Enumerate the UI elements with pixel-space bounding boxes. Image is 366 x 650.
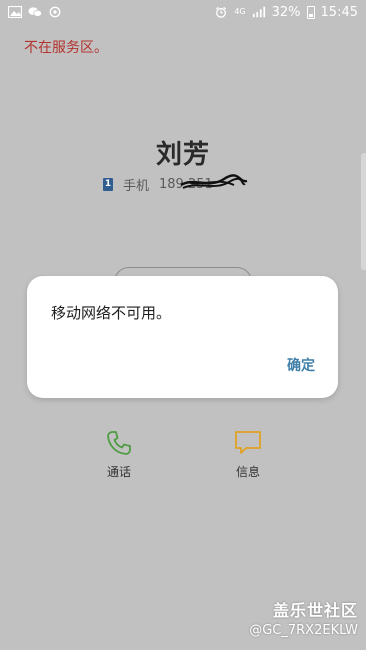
- phone-icon: [107, 431, 131, 455]
- service-status-text: 不在服务区。: [24, 40, 108, 56]
- battery-percent: 32%: [271, 4, 301, 20]
- network-unavailable-dialog: 移动网络不可用。 确定: [27, 276, 338, 398]
- confirm-button[interactable]: 确定: [287, 355, 315, 375]
- status-bar-system: 4G 32% 15:45: [214, 5, 358, 20]
- edge-panel-handle[interactable]: [361, 153, 366, 270]
- message-icon: [235, 431, 261, 454]
- chat-icon: [28, 7, 42, 17]
- watermark-title: 盖乐世社区: [272, 601, 358, 620]
- watermark: 盖乐世社区 @GC_7RX2EKLW: [249, 597, 358, 638]
- message-action-label: 信息: [235, 465, 260, 479]
- alarm-icon: [216, 6, 227, 18]
- gallery-icon: [8, 6, 22, 18]
- call-action[interactable]: 通话: [89, 430, 149, 480]
- call-action-label: 通话: [106, 465, 131, 479]
- signal-icon: [252, 6, 265, 18]
- watermark-user-id: @GC_7RX2EKLW: [249, 623, 358, 638]
- status-bar: 4G 32% 15:45: [0, 0, 366, 24]
- sync-icon: [49, 6, 61, 18]
- clock: 15:45: [320, 4, 358, 20]
- redaction-scribble: [180, 174, 248, 189]
- phone-type-label: 手机: [123, 179, 150, 194]
- phone-number: 189 251: [159, 174, 248, 192]
- status-bar-notifications: [8, 6, 62, 18]
- phone-row: 1 手机 189 251: [103, 174, 248, 194]
- contact-name: 刘芳: [155, 140, 210, 170]
- network-type-label: 4G: [234, 7, 246, 16]
- dialog-message: 移动网络不可用。: [51, 304, 172, 322]
- sim-slot-icon: 1: [103, 178, 113, 191]
- battery-icon: [306, 5, 315, 19]
- message-action[interactable]: 信息: [218, 430, 278, 480]
